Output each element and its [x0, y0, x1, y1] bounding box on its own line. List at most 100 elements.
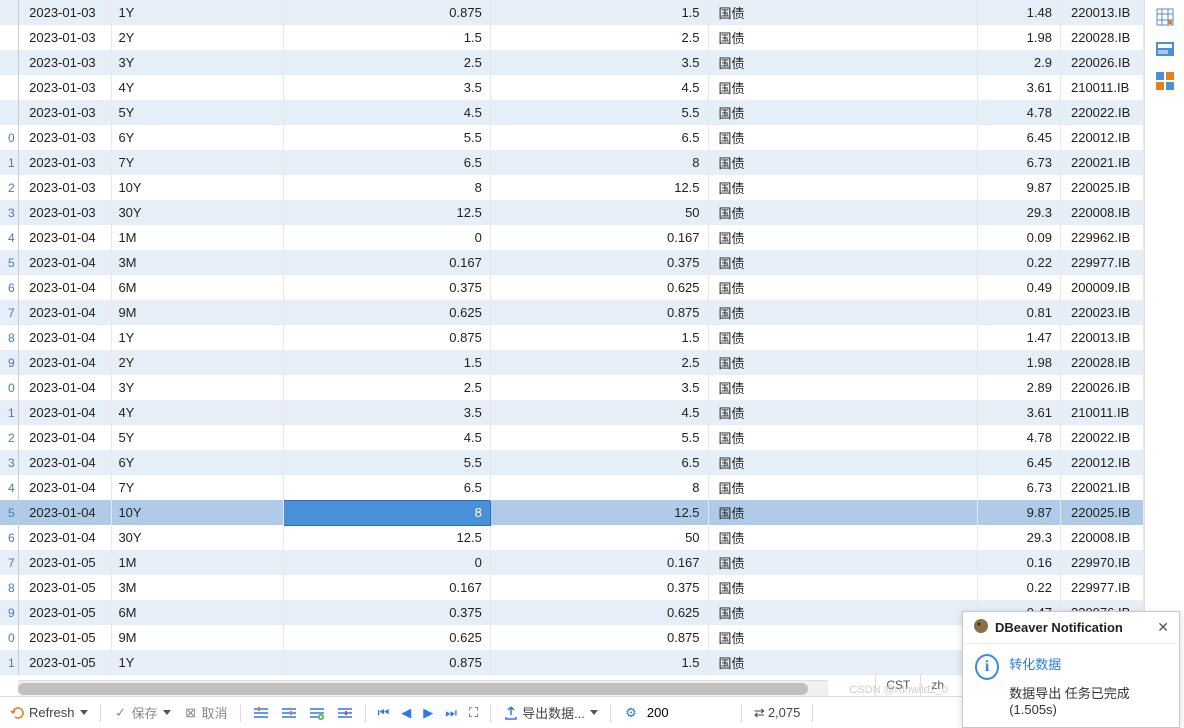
cell-date[interactable]: 2023-01-03 — [19, 50, 112, 75]
cell-type[interactable]: 国债 — [708, 375, 978, 400]
cell-value2[interactable]: 3.5 — [490, 50, 708, 75]
cell-value3[interactable]: 0.81 — [978, 300, 1061, 325]
cell-type[interactable]: 国债 — [708, 425, 978, 450]
table-row[interactable]: 72023-01-049M0.6250.875国债0.81220023.IB — [0, 300, 1144, 325]
cell-date[interactable]: 2023-01-04 — [19, 525, 112, 550]
row-number[interactable]: 2 — [0, 175, 19, 200]
cell-date[interactable]: 2023-01-04 — [19, 425, 112, 450]
cell-tenor[interactable]: 3Y — [112, 375, 283, 400]
cell-value2[interactable]: 0.375 — [490, 575, 708, 600]
cell-value1[interactable]: 2.5 — [283, 50, 490, 75]
cell-code[interactable]: 220025.IB — [1060, 500, 1143, 525]
fetch-size-input[interactable] — [647, 705, 697, 720]
panel-value-icon[interactable] — [1154, 38, 1176, 60]
cell-value2[interactable]: 1.5 — [490, 650, 708, 675]
cell-value1[interactable]: 1.5 — [283, 350, 490, 375]
cell-tenor[interactable]: 1Y — [112, 0, 283, 25]
nav-next-button[interactable]: ▶ — [419, 703, 437, 723]
cell-type[interactable]: 国债 — [708, 50, 978, 75]
table-row[interactable]: 02023-01-043Y2.53.5国债2.89220026.IB — [0, 375, 1144, 400]
cell-value3[interactable]: 3.61 — [978, 75, 1061, 100]
notification-link[interactable]: 转化数据 — [1009, 654, 1167, 673]
cell-date[interactable]: 2023-01-04 — [19, 400, 112, 425]
cell-date[interactable]: 2023-01-04 — [19, 225, 112, 250]
table-row[interactable]: 62023-01-0430Y12.550国债29.3220008.IB — [0, 525, 1144, 550]
row-number[interactable]: 2 — [0, 425, 19, 450]
row-number[interactable]: 4 — [0, 225, 19, 250]
cell-value3[interactable]: 29.3 — [978, 525, 1061, 550]
cell-code[interactable]: 210011.IB — [1060, 75, 1143, 100]
cell-value3[interactable]: 0.09 — [978, 225, 1061, 250]
cell-value1[interactable]: 0.875 — [283, 650, 490, 675]
cell-value3[interactable]: 1.98 — [978, 350, 1061, 375]
cell-type[interactable]: 国债 — [708, 150, 978, 175]
cell-value3[interactable]: 6.73 — [978, 475, 1061, 500]
add-row-button[interactable] — [305, 704, 329, 722]
cell-tenor[interactable]: 1M — [112, 225, 283, 250]
cell-date[interactable]: 2023-01-03 — [19, 75, 112, 100]
table-row[interactable]: 2023-01-031Y0.8751.5国债1.48220013.IB — [0, 0, 1144, 25]
cell-tenor[interactable]: 9M — [112, 300, 283, 325]
row-number[interactable]: 7 — [0, 550, 19, 575]
cell-value3[interactable]: 9.87 — [978, 175, 1061, 200]
cell-date[interactable]: 2023-01-04 — [19, 300, 112, 325]
cell-tenor[interactable]: 1M — [112, 550, 283, 575]
row-number[interactable]: 5 — [0, 500, 19, 525]
cell-value3[interactable]: 4.78 — [978, 100, 1061, 125]
cell-code[interactable]: 220025.IB — [1060, 175, 1143, 200]
cell-code[interactable]: 220012.IB — [1060, 125, 1143, 150]
cell-value2[interactable]: 6.5 — [490, 450, 708, 475]
cell-code[interactable]: 200009.IB — [1060, 275, 1143, 300]
row-number[interactable]: 9 — [0, 600, 19, 625]
cell-value3[interactable]: 0.22 — [978, 250, 1061, 275]
cell-value1[interactable]: 4.5 — [283, 100, 490, 125]
cell-tenor[interactable]: 7Y — [112, 475, 283, 500]
table-row[interactable]: 32023-01-046Y5.56.5国债6.45220012.IB — [0, 450, 1144, 475]
cell-tenor[interactable]: 30Y — [112, 525, 283, 550]
horizontal-scrollbar[interactable] — [18, 680, 828, 696]
cell-type[interactable]: 国债 — [708, 25, 978, 50]
cell-type[interactable]: 国债 — [708, 575, 978, 600]
cell-date[interactable]: 2023-01-03 — [19, 125, 112, 150]
table-row[interactable]: 2023-01-033Y2.53.5国债2.9220026.IB — [0, 50, 1144, 75]
settings-button[interactable]: ⚙ — [619, 703, 643, 723]
cell-tenor[interactable]: 3Y — [112, 50, 283, 75]
edit-tool-2[interactable] — [277, 704, 301, 722]
row-number[interactable]: 3 — [0, 200, 19, 225]
cell-value1[interactable]: 5.5 — [283, 125, 490, 150]
cell-value2[interactable]: 0.625 — [490, 600, 708, 625]
cell-value2[interactable]: 1.5 — [490, 325, 708, 350]
cell-date[interactable]: 2023-01-04 — [19, 275, 112, 300]
cell-value2[interactable]: 1.5 — [490, 0, 708, 25]
cell-value1[interactable]: 0.625 — [283, 300, 490, 325]
cell-tenor[interactable]: 6M — [112, 275, 283, 300]
cell-tenor[interactable]: 6Y — [112, 125, 283, 150]
cell-date[interactable]: 2023-01-04 — [19, 450, 112, 475]
cell-value1[interactable]: 4.5 — [283, 425, 490, 450]
cell-value2[interactable]: 0.875 — [490, 625, 708, 650]
cell-value2[interactable]: 8 — [490, 475, 708, 500]
cell-date[interactable]: 2023-01-05 — [19, 575, 112, 600]
cell-value1[interactable]: 6.5 — [283, 150, 490, 175]
cell-code[interactable]: 220023.IB — [1060, 300, 1143, 325]
cell-value1[interactable]: 0 — [283, 550, 490, 575]
cell-code[interactable]: 220022.IB — [1060, 425, 1143, 450]
cell-tenor[interactable]: 2Y — [112, 25, 283, 50]
cell-code[interactable]: 220008.IB — [1060, 525, 1143, 550]
row-number[interactable]: 0 — [0, 625, 19, 650]
cell-type[interactable]: 国债 — [708, 475, 978, 500]
row-number[interactable] — [0, 0, 19, 25]
cell-date[interactable]: 2023-01-04 — [19, 375, 112, 400]
cell-type[interactable]: 国债 — [708, 300, 978, 325]
cell-value3[interactable]: 0.22 — [978, 575, 1061, 600]
cell-value2[interactable]: 50 — [490, 200, 708, 225]
cell-value1[interactable]: 0.167 — [283, 250, 490, 275]
cell-value2[interactable]: 4.5 — [490, 400, 708, 425]
cell-code[interactable]: 220021.IB — [1060, 150, 1143, 175]
table-row[interactable]: 2023-01-032Y1.52.5国债1.98220028.IB — [0, 25, 1144, 50]
cell-value2[interactable]: 0.375 — [490, 250, 708, 275]
cell-tenor[interactable]: 9M — [112, 625, 283, 650]
row-number[interactable]: 5 — [0, 250, 19, 275]
cell-value3[interactable]: 9.87 — [978, 500, 1061, 525]
row-number[interactable]: 6 — [0, 275, 19, 300]
